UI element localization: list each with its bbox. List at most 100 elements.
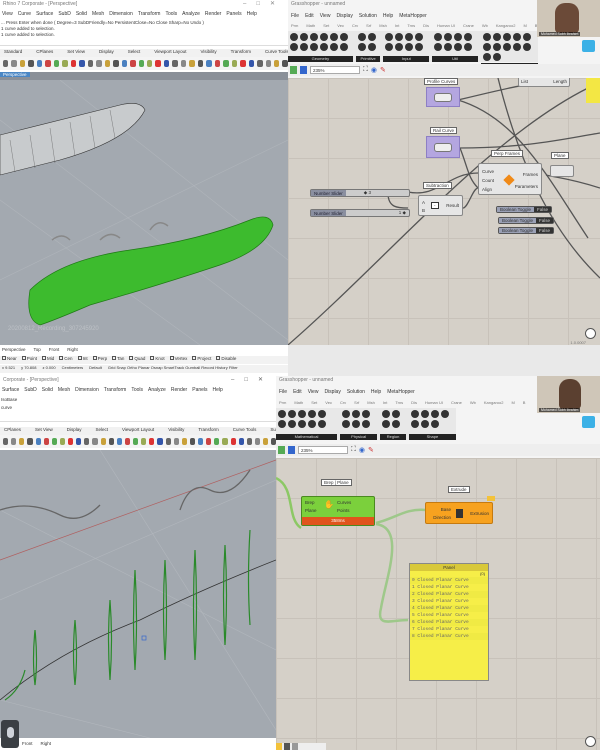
toolbar-tool-icon[interactable] [165,438,171,445]
toolbar-tool-icon[interactable] [108,438,114,445]
osnap-checkbox[interactable]: Disable [216,356,236,364]
component-icon[interactable] [410,410,419,418]
toolbar-tool-icon[interactable] [222,438,228,445]
component-tab[interactable]: Int [395,23,399,28]
toolbar-tool-icon[interactable] [138,60,144,67]
toolbar-tool-icon[interactable] [87,60,94,67]
component-icon[interactable] [395,33,404,41]
component-icon[interactable] [434,43,443,51]
save-icon[interactable] [288,446,295,454]
component-icon[interactable] [492,33,501,41]
toolbar-tool-icon[interactable] [198,438,204,445]
component-tab[interactable]: Dis [411,400,417,405]
menu-item[interactable]: Transform [104,387,127,393]
menu-item[interactable]: Help [383,13,393,19]
brep-plane-component[interactable]: Brep Plane ✋ Curves Points 358ms [301,496,375,526]
osnap-checkbox[interactable]: Near [2,356,17,364]
open-icon[interactable] [290,66,297,74]
component-icon[interactable] [392,410,401,418]
toolbar-tool-icon[interactable] [113,60,119,67]
toolbar-tab[interactable]: Viewport Layout [154,49,186,57]
component-icon[interactable] [405,43,414,51]
viewport-tab[interactable]: Top [34,347,41,355]
group-label[interactable]: Region [380,434,406,440]
viewport-tab[interactable]: Right [41,741,52,750]
menu-item[interactable]: Help [371,389,381,395]
menu-item[interactable]: File [279,389,287,395]
component-icon[interactable] [392,420,401,428]
menu-item[interactable]: MetaHopper [399,13,427,19]
toolbar-tool-icon[interactable] [214,60,221,67]
menu-item[interactable]: Curve [18,11,31,17]
component-icon[interactable] [415,33,424,41]
component-tab[interactable]: Prm [291,23,298,28]
yellow-panel-edge[interactable] [586,78,600,103]
toolbar-tab[interactable]: Transform [198,427,218,435]
toolbar-tool-icon[interactable] [124,438,130,445]
menu-item[interactable]: Surface [2,387,19,393]
number-slider-2[interactable]: Number Slider 1 ◆ [310,209,410,217]
component-icon[interactable] [308,410,316,418]
menu-item[interactable]: View [2,11,13,17]
perp-frames-component[interactable]: Curve Count Align Frames Parameters [478,163,542,195]
component-icon[interactable] [340,43,348,51]
osnap-checkbox[interactable]: Int [77,356,88,364]
gh-canvas-top[interactable]: Profile Curves Rail Curve List Length Per… [288,78,600,345]
menu-item[interactable]: SubD [58,11,71,17]
component-icon[interactable] [330,43,338,51]
menu-item[interactable]: Analyze [148,387,166,393]
toolbar-tool-icon[interactable] [19,60,26,67]
toolbar-tool-icon[interactable] [206,60,212,67]
toolbar-tool-icon[interactable] [257,60,263,67]
component-tab[interactable]: Msh [367,400,375,405]
component-icon[interactable] [454,33,463,41]
toolbar-tab[interactable]: Set View [67,49,85,57]
component-icon[interactable] [410,420,419,428]
toolbar-tab[interactable]: Curve Tools [265,49,288,57]
component-icon[interactable] [340,33,348,41]
component-tab[interactable]: Srf [366,23,371,28]
toolbar-tab[interactable]: Visibility [168,427,184,435]
save-icon[interactable] [300,66,307,74]
group-label[interactable]: Geometry [288,56,353,62]
chat-icon[interactable] [582,40,595,52]
toolbar-tool-icon[interactable] [130,60,136,67]
component-icon[interactable] [310,43,318,51]
component-tab[interactable]: Set [311,400,317,405]
toolbar-tool-icon[interactable] [248,60,255,67]
component-icon[interactable] [482,33,491,41]
component-icon[interactable] [502,43,511,51]
boolean-toggle-2[interactable]: Boolean Toggle False [498,217,554,224]
menu-item[interactable]: View [320,13,331,19]
toolbar-tool-icon[interactable] [263,438,269,445]
gh-status-orb-icon[interactable] [585,328,596,339]
toolbar-tool-icon[interactable] [3,60,9,67]
component-icon[interactable] [454,43,463,51]
viewport-title-tab[interactable]: Perspective [0,72,30,77]
menu-item[interactable]: Analyze [182,11,200,17]
menu-item[interactable]: Mesh [58,387,70,393]
menu-item[interactable]: Render [205,11,221,17]
menu-item[interactable]: Panels [192,387,207,393]
component-icon[interactable] [278,420,286,428]
osnap-checkbox[interactable]: Project [192,356,211,364]
osnap-checkbox[interactable]: Vertex [169,356,187,364]
osnap-checkbox[interactable]: Quad [129,356,145,364]
component-tab[interactable]: Trns [407,23,415,28]
plane-param[interactable] [550,165,574,177]
component-icon[interactable] [278,410,286,418]
toolbar-tab[interactable]: Display [67,427,82,435]
viewport-tab[interactable]: Front [22,741,33,750]
toolbar-tool-icon[interactable] [11,60,17,67]
viewport-tab[interactable]: Front [49,347,60,355]
component-icon[interactable] [367,43,376,51]
component-icon[interactable] [310,33,318,41]
toolbar-tool-icon[interactable] [43,438,49,445]
component-tab[interactable]: Wb [482,23,488,28]
menu-item[interactable]: MetaHopper [387,389,415,395]
component-icon[interactable] [420,410,429,418]
toolbar-tool-icon[interactable] [79,60,85,67]
component-tab[interactable]: M [511,400,514,405]
component-icon[interactable] [444,43,453,51]
toolbar-tab[interactable]: CPlanes [36,49,53,57]
